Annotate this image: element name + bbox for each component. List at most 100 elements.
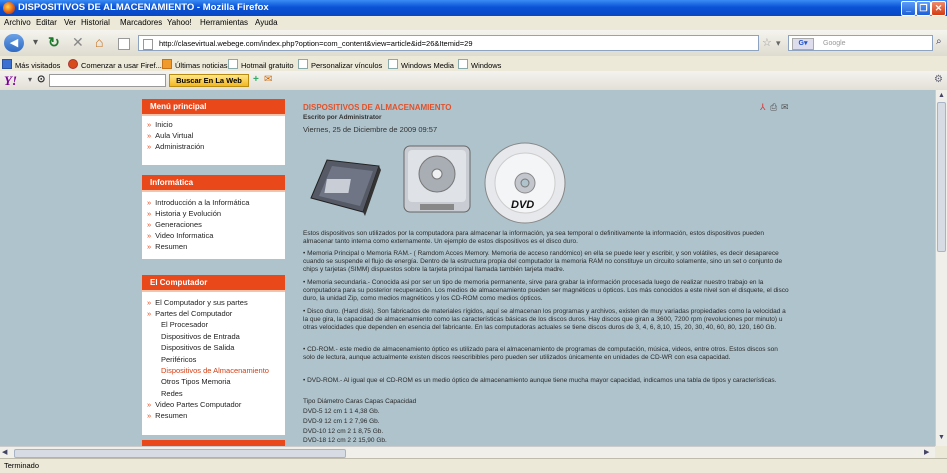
nav-inicio[interactable]: » Inicio <box>147 120 173 129</box>
yahoo-toolbar: Y! ▾ ⊙ Buscar En La Web + ✉ ⚙ <box>0 71 947 91</box>
search-field[interactable]: G▾ Google <box>788 35 933 51</box>
article-date: Viernes, 25 de Diciembre de 2009 09:57 <box>303 125 438 134</box>
zip-disk-image <box>310 159 381 216</box>
arrow-icon: » <box>147 120 152 129</box>
nav-label: Inicio <box>155 120 173 129</box>
window-title-bar[interactable]: DISPOSITIVOS DE ALMACENAMIENTO - Mozilla… <box>0 0 947 16</box>
scroll-left-icon[interactable]: ◀ <box>2 448 7 456</box>
page-icon <box>298 59 308 69</box>
nav-introduccion[interactable]: » Introducción a la Informática <box>147 198 249 207</box>
pdf-icon[interactable]: ⅄ <box>760 102 766 113</box>
rss-icon <box>162 59 172 69</box>
vertical-scroll-thumb[interactable] <box>937 102 946 252</box>
table-row: DVD-18 12 cm 2 2 15,90 Gb. <box>303 437 387 444</box>
menu-ayuda[interactable]: Ayuda <box>255 18 278 27</box>
scroll-right-icon[interactable]: ▶ <box>924 448 929 456</box>
nav-redes[interactable]: Redes <box>161 389 183 398</box>
nav-label: Video Informatica <box>155 231 214 240</box>
bookmark-star-icon[interactable]: ☆ <box>762 36 772 49</box>
close-button[interactable]: ✕ <box>931 1 946 16</box>
back-button[interactable]: ◀ <box>4 34 24 52</box>
yahoo-search-button[interactable]: Buscar En La Web <box>169 74 249 87</box>
yahoo-logo[interactable]: Y! <box>4 73 17 89</box>
horizontal-scroll-thumb[interactable] <box>14 449 346 458</box>
yahoo-search-input[interactable] <box>49 74 166 87</box>
article-paragraph-secundaria: • Memoria secundaria.- Conocida asi por … <box>303 279 789 302</box>
bookmark-ultimas-noticias[interactable]: Últimas noticias <box>162 59 228 70</box>
arrow-icon: » <box>147 242 152 251</box>
nav-historia[interactable]: » Historia y Evolución <box>147 209 221 218</box>
article-paragraph-cdrom: • CD-ROM.- este medio de almacenamiento … <box>303 346 778 361</box>
bookmark-comenzar[interactable]: Comenzar a usar Firef... <box>68 59 162 70</box>
print-icon[interactable]: ⎙ <box>770 102 777 113</box>
address-bar[interactable]: http://clasevirtual.webege.com/index.php… <box>138 35 759 51</box>
nav-video-partes[interactable]: » Video Partes Computador <box>147 400 241 409</box>
nav-generaciones[interactable]: » Generaciones <box>147 220 202 229</box>
nav-otros-tipos-memoria[interactable]: Otros Tipos Memoria <box>161 377 231 386</box>
nav-dispositivos-salida[interactable]: Dispositivos de Salida <box>161 343 234 352</box>
bookmark-label: Windows <box>471 61 502 70</box>
nav-administracion[interactable]: » Administración <box>147 142 204 151</box>
menu-ver[interactable]: Ver <box>64 18 76 27</box>
horizontal-scrollbar[interactable]: ◀ ▶ <box>0 446 935 458</box>
yahoo-mail-icon[interactable]: ✉ <box>264 74 272 85</box>
page-icon <box>228 59 238 69</box>
nav-video-informatica[interactable]: » Video Informatica <box>147 231 213 240</box>
article-title: DISPOSITIVOS DE ALMACENAMIENTO <box>303 103 452 112</box>
nav-resumen-informatica[interactable]: » Resumen <box>147 242 187 251</box>
window-title: DISPOSITIVOS DE ALMACENAMIENTO - Mozilla… <box>18 2 269 13</box>
article-paragraph-disco-duro: • Disco duro. (Hard disk). Son fabricado… <box>303 308 786 331</box>
bookmark-personalizar[interactable]: Personalizar vínculos <box>298 59 382 70</box>
nav-label: El Computador y sus partes <box>155 298 248 307</box>
add-icon[interactable]: + <box>253 74 259 85</box>
minimize-button[interactable]: _ <box>901 1 916 16</box>
nav-label: Generaciones <box>155 220 202 229</box>
bookmark-label: Últimas noticias <box>175 61 228 70</box>
nav-computador-partes[interactable]: » El Computador y sus partes <box>147 298 248 307</box>
nav-resumen-computador[interactable]: » Resumen <box>147 411 187 420</box>
nav-partes-computador[interactable]: » Partes del Computador <box>147 309 232 318</box>
yahoo-dropdown-icon[interactable]: ▾ <box>28 75 32 84</box>
menu-yahoo[interactable]: Yahoo! <box>167 18 192 27</box>
bookmark-label: Hotmail gratuito <box>241 61 294 70</box>
menu-marcadores[interactable]: Marcadores <box>120 18 162 27</box>
module-title: El Computador <box>142 275 285 292</box>
nav-procesador[interactable]: El Procesador <box>161 320 208 329</box>
nav-perifericos[interactable]: Periféricos <box>161 355 196 364</box>
bookmark-windows-media[interactable]: Windows Media <box>388 59 454 70</box>
menu-archivo[interactable]: Archivo <box>4 18 31 27</box>
nav-label: Introducción a la Informática <box>155 198 250 207</box>
nav-dispositivos-almacenamiento[interactable]: Dispositivos de Almacenamiento <box>161 366 269 375</box>
page-icon <box>388 59 398 69</box>
nav-label: Aula Virtual <box>155 131 194 140</box>
bookmark-hotmail[interactable]: Hotmail gratuito <box>228 59 294 70</box>
menu-historial[interactable]: Historial <box>81 18 110 27</box>
vertical-scrollbar[interactable]: ▲ ▼ <box>935 90 947 446</box>
page-icon <box>458 59 468 69</box>
dvd-logo: DVD <box>511 199 535 211</box>
status-bar: Terminado <box>0 458 947 473</box>
stop-icon[interactable]: ✕ <box>72 34 84 51</box>
home-icon[interactable]: ⌂ <box>95 34 103 50</box>
arrow-icon: » <box>147 220 152 229</box>
search-icon[interactable]: ⌕ <box>936 36 942 47</box>
scroll-down-icon[interactable]: ▼ <box>937 434 946 443</box>
article-paragraph-ram: • Memoria Principal o Memoria RAM.- ( Ra… <box>303 250 783 273</box>
bookmark-mas-visitados[interactable]: Más visitados <box>2 59 60 70</box>
menu-herramientas[interactable]: Herramientas <box>200 18 248 27</box>
reload-icon[interactable]: ↻ <box>48 34 60 51</box>
nav-aula-virtual[interactable]: » Aula Virtual <box>147 131 193 140</box>
maximize-button[interactable]: ❐ <box>916 1 931 16</box>
url-dropdown-icon[interactable]: ▾ <box>776 38 781 49</box>
email-icon[interactable]: ✉ <box>781 102 789 113</box>
scroll-up-icon[interactable]: ▲ <box>937 92 946 101</box>
bookmark-windows[interactable]: Windows <box>458 59 501 70</box>
toolbar-gear-icon[interactable]: ⚙ <box>934 74 943 85</box>
nav-dispositivos-entrada[interactable]: Dispositivos de Entrada <box>161 332 240 341</box>
google-icon[interactable]: G▾ <box>792 38 814 50</box>
table-header: Tipo Diámetro Caras Capas Capacidad <box>303 398 417 405</box>
article-paragraph-dvdrom: • DVD-ROM.- Al igual que el CD-ROM es un… <box>303 377 777 384</box>
history-dropdown-icon[interactable]: ▾ <box>33 37 38 48</box>
menu-bar: Archivo Editar Ver Historial Marcadores … <box>0 16 947 30</box>
menu-editar[interactable]: Editar <box>36 18 57 27</box>
